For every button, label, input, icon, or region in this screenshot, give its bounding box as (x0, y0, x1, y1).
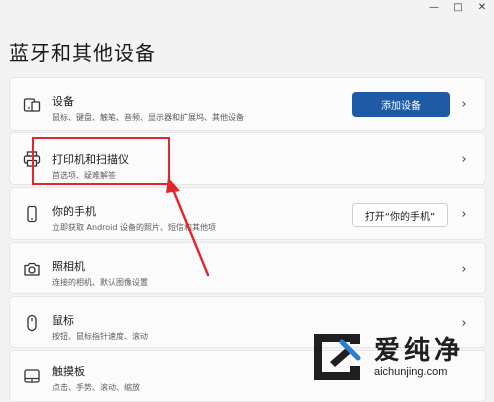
printer-icon (23, 150, 41, 168)
watermark-url: aichunjing.com (374, 366, 448, 378)
settings-card-camera[interactable]: 照相机 连接的相机、默认图像设置 › (9, 242, 486, 294)
devices-icon (23, 96, 41, 114)
camera-icon (23, 260, 41, 278)
minimize-button[interactable]: — (422, 0, 446, 14)
phone-icon (23, 205, 41, 223)
card-title: 照相机 (52, 260, 85, 273)
settings-card-devices[interactable]: 设备 鼠标、键盘、触笔、音频、显示器和扩展坞、其他设备 添加设备 › (9, 77, 486, 131)
mouse-icon (23, 314, 41, 332)
page-title: 蓝牙和其他设备 (9, 41, 156, 65)
watermark-logo-icon (314, 334, 361, 380)
watermark: 爱纯净 aichunjing.com (304, 326, 494, 386)
close-button[interactable]: ✕ (470, 0, 494, 14)
card-description: 点击、手势、滚动、缩放 (52, 383, 140, 392)
card-title: 鼠标 (52, 314, 74, 327)
chevron-right-icon: › (461, 96, 467, 112)
open-your-phone-button[interactable]: 打开“你的手机” (352, 203, 448, 227)
maximize-button[interactable]: □ (446, 0, 470, 14)
card-title: 打印机和扫描仪 (52, 153, 129, 166)
touchpad-icon (23, 367, 41, 385)
settings-card-phone[interactable]: 你的手机 立即获取 Android 设备的照片、短信和其他项 打开“你的手机” … (9, 187, 486, 240)
card-description: 首选项、疑难解答 (52, 171, 116, 180)
chevron-right-icon: › (461, 261, 467, 277)
card-title: 设备 (52, 95, 74, 108)
red-arrow-annotation (166, 177, 210, 277)
add-device-button[interactable]: 添加设备 (352, 92, 450, 117)
settings-card-printers[interactable]: 打印机和扫描仪 首选项、疑难解答 › (9, 132, 486, 185)
chevron-right-icon: › (461, 206, 467, 222)
chevron-right-icon: › (461, 151, 467, 167)
window-controls: — □ ✕ (422, 0, 494, 14)
card-description: 连接的相机、默认图像设置 (52, 278, 148, 287)
card-description: 按钮、鼠标指针速度、滚动 (52, 332, 148, 341)
watermark-text: 爱纯净 (374, 336, 465, 366)
card-description: 鼠标、键盘、触笔、音频、显示器和扩展坞、其他设备 (52, 113, 244, 122)
card-title: 触摸板 (52, 365, 85, 378)
